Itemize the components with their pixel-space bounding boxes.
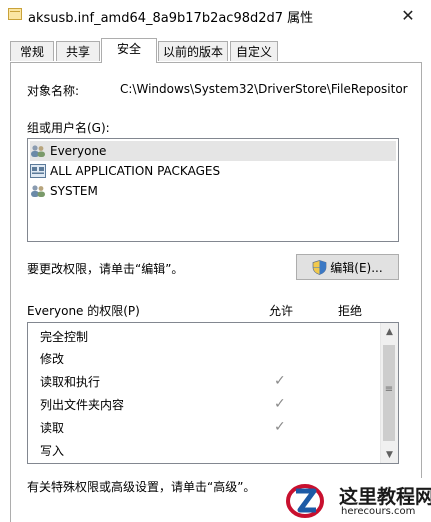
allow-check-icon: ✓ xyxy=(274,373,286,389)
user-name: SYSTEM xyxy=(50,184,98,198)
file-icon xyxy=(8,8,22,20)
object-name-value: C:\Windows\System32\DriverStore\FileRepo… xyxy=(120,82,408,96)
permission-name: 读取和执行 xyxy=(40,375,101,389)
permission-name: 读取 xyxy=(40,421,65,435)
permission-row: 完全控制 xyxy=(40,326,88,348)
window-title: aksusb.inf_amd64_8a9b17b2ac98d2d7 属性 xyxy=(28,11,314,26)
permission-row: 写入 xyxy=(40,440,64,462)
edit-hint: 要更改权限，请单击“编辑”。 xyxy=(27,262,184,276)
edit-button[interactable]: 编辑(E)... xyxy=(296,254,399,280)
permission-row: 列出文件夹内容 xyxy=(40,394,124,416)
users-list[interactable]: Everyone ALL APPLICATION PACKAGES SYSTEM xyxy=(27,138,399,242)
watermark-title: 这里教程网 xyxy=(339,486,431,508)
permissions-list: 完全控制 修改 读取和执行 ✓ 列出文件夹内容 ✓ 读取 ✓ 写入 ▲ ≡ ▼ xyxy=(27,322,399,464)
user-name: Everyone xyxy=(50,144,107,158)
permission-name: 写入 xyxy=(40,444,65,458)
list-item-all-app-packages[interactable]: ALL APPLICATION PACKAGES xyxy=(30,161,220,181)
shield-icon xyxy=(312,259,327,275)
deny-column-header: 拒绝 xyxy=(338,304,363,318)
users-group-icon xyxy=(31,185,45,197)
permission-name: 列出文件夹内容 xyxy=(40,398,125,412)
tab-customize[interactable]: 自定义 xyxy=(230,41,278,61)
advanced-hint: 有关特殊权限或高级设置，请单击“高级”。 xyxy=(27,480,256,494)
list-item-system[interactable]: SYSTEM xyxy=(30,181,98,201)
scroll-thumb[interactable]: ≡ xyxy=(383,345,395,441)
permission-name: 完全控制 xyxy=(40,330,89,344)
allow-column-header: 允许 xyxy=(269,304,294,318)
tab-bar: 常规 共享 安全 以前的版本 自定义 xyxy=(10,38,422,63)
users-label: 组或用户名(G): xyxy=(27,121,110,135)
tab-general[interactable]: 常规 xyxy=(10,41,54,61)
permission-row: 读取 xyxy=(40,417,64,439)
permissions-header: Everyone 的权限(P) xyxy=(27,304,140,318)
permission-row: 修改 xyxy=(40,348,64,370)
allow-check-icon: ✓ xyxy=(274,419,286,435)
scroll-up-icon[interactable]: ▲ xyxy=(381,323,398,340)
allow-check-icon: ✓ xyxy=(274,396,286,412)
tab-security[interactable]: 安全 xyxy=(101,38,157,63)
users-group-icon xyxy=(31,145,45,157)
permission-name: 修改 xyxy=(40,352,65,366)
tab-sharing[interactable]: 共享 xyxy=(56,41,100,61)
title-bar: aksusb.inf_amd64_8a9b17b2ac98d2d7 属性 ✕ xyxy=(0,0,431,30)
watermark: 这里教程网 herecours.com xyxy=(285,478,431,522)
user-name: ALL APPLICATION PACKAGES xyxy=(50,164,221,178)
object-name-label: 对象名称: xyxy=(27,84,80,98)
scroll-down-icon[interactable]: ▼ xyxy=(381,446,398,463)
permission-row: 读取和执行 xyxy=(40,371,100,393)
close-icon: ✕ xyxy=(401,5,415,25)
vertical-scrollbar[interactable]: ▲ ≡ ▼ xyxy=(380,323,398,463)
site-logo-icon xyxy=(286,484,324,518)
watermark-url: herecours.com xyxy=(341,506,416,517)
tab-previous-versions[interactable]: 以前的版本 xyxy=(158,41,228,61)
list-item-everyone[interactable]: Everyone xyxy=(30,141,396,161)
close-button[interactable]: ✕ xyxy=(385,0,431,30)
app-packages-icon xyxy=(30,164,46,178)
grip-icon: ≡ xyxy=(384,384,394,395)
edit-button-label: 编辑(E)... xyxy=(330,260,383,275)
